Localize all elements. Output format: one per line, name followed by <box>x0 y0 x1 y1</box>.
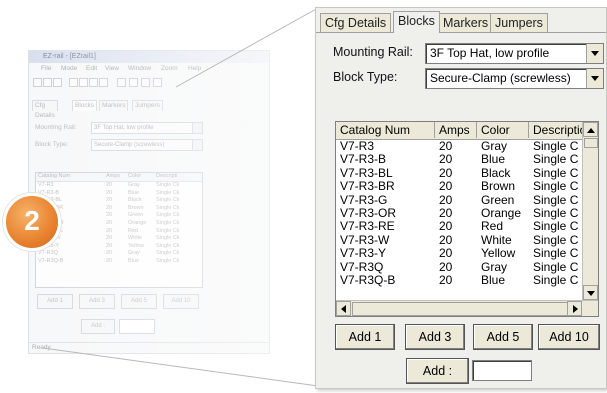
cell-catalog-num: V7-R3 <box>340 140 375 153</box>
cell-color: Green <box>481 193 515 207</box>
cell-amps: 20 <box>439 247 453 261</box>
cell-description: Single Ck <box>533 193 579 207</box>
cell-catalog-num: V7-R3-W <box>340 233 390 247</box>
cell-amps: 20 <box>439 260 453 274</box>
block-type-select[interactable]: Secure-Clamp (screwless) <box>425 68 604 89</box>
add-10-button[interactable]: Add 10 <box>538 324 600 350</box>
cell-catalog-num: V7-R3-G <box>340 193 388 207</box>
connector-line-bottom <box>42 347 319 387</box>
cell-color: White <box>481 233 512 247</box>
add-3-button[interactable]: Add 3 <box>405 324 465 350</box>
table-row[interactable]: V7-R3-G 20 Green Single Ck <box>336 194 583 207</box>
cell-description: Single Ck <box>533 166 579 180</box>
column-description[interactable]: Descriptio <box>529 122 583 138</box>
cell-description: Single Ck <box>533 247 579 261</box>
cell-color: Black <box>481 166 511 180</box>
add-5-button[interactable]: Add 5 <box>473 324 533 350</box>
table-row[interactable]: V7-R3Q 20 Gray Single Ck <box>336 261 583 274</box>
mounting-rail-select[interactable]: 3F Top Hat, low profile <box>425 43 604 64</box>
scroll-up-icon[interactable] <box>583 122 598 137</box>
cell-description: Single Ck <box>533 140 579 153</box>
scroll-right-icon[interactable] <box>567 301 582 316</box>
cell-description: Single Ck <box>533 273 579 287</box>
table-row[interactable]: V7-R3Q-B 20 Blue Single Ck <box>336 274 583 287</box>
zoomed-blocks-panel: Cfg Details Blocks Markers Jumpers Mount… <box>315 7 607 389</box>
block-type-label: Block Type: <box>333 70 398 84</box>
tab-cfg-details[interactable]: Cfg Details <box>320 13 392 32</box>
cell-catalog-num: V7-R3-OR <box>340 206 397 220</box>
mounting-rail-value: 3F Top Hat, low profile <box>430 46 550 60</box>
scroll-down-icon[interactable] <box>583 285 598 300</box>
step-number-badge: 2 <box>3 193 61 251</box>
table-row[interactable]: V7-R3-RE 20 Red Single Ck <box>336 220 583 233</box>
scroll-left-icon[interactable] <box>336 301 351 316</box>
cell-amps: 20 <box>439 140 453 153</box>
cell-catalog-num: V7-R3-BR <box>340 180 395 194</box>
cell-color: Yellow <box>481 247 516 261</box>
cell-color: Gray <box>481 260 508 274</box>
cell-amps: 20 <box>439 273 453 287</box>
cell-description: Single Ck <box>533 233 579 247</box>
cell-amps: 20 <box>439 220 453 234</box>
tab-body-border <box>316 32 606 33</box>
table-row[interactable]: V7-R3-BR 20 Brown Single Ck <box>336 180 583 193</box>
vertical-scrollbar[interactable] <box>582 122 598 300</box>
chevron-down-icon[interactable] <box>586 69 603 88</box>
tab-markers[interactable]: Markers <box>438 13 494 32</box>
table-row[interactable]: V7-R3-OR 20 Orange Single Ck <box>336 207 583 220</box>
cell-catalog-num: V7-R3-BL <box>340 166 393 180</box>
cell-amps: 20 <box>439 193 453 207</box>
list-rows: V7-R3 20 Gray Single Ck V7-R3-B 20 Blue Single … <box>336 140 583 287</box>
cell-description: Single Ck <box>533 260 579 274</box>
chevron-down-icon[interactable] <box>586 44 603 63</box>
cell-catalog-num: V7-R3Q <box>340 260 384 274</box>
add-1-button[interactable]: Add 1 <box>335 324 395 350</box>
cell-description: Single Ck <box>533 180 579 194</box>
table-row[interactable]: V7-R3-BL 20 Black Single Ck <box>336 167 583 180</box>
column-catalog-num[interactable]: Catalog Num <box>336 122 435 138</box>
add-quantity-input[interactable] <box>472 360 532 381</box>
tab-jumpers[interactable]: Jumpers <box>490 13 548 32</box>
column-amps[interactable]: Amps <box>435 122 477 138</box>
add-button[interactable]: Add : <box>406 358 469 384</box>
cell-description: Single Ck <box>533 206 579 220</box>
tab-blocks[interactable]: Blocks <box>393 11 440 33</box>
cell-amps: 20 <box>439 153 453 167</box>
cell-color: Brown <box>481 180 516 194</box>
cell-color: Blue <box>481 273 506 287</box>
column-color[interactable]: Color <box>477 122 529 138</box>
cell-description: Single Ck <box>533 220 579 234</box>
cell-catalog-num: V7-R3-B <box>340 153 387 167</box>
list-header: Catalog Num Amps Color Descriptio <box>336 122 583 140</box>
cell-amps: 20 <box>439 180 453 194</box>
horizontal-scrollbar[interactable] <box>336 300 598 316</box>
cell-color: Gray <box>481 140 508 153</box>
cell-color: Orange <box>481 206 522 220</box>
table-row[interactable]: V7-R3 20 Gray Single Ck <box>336 140 583 153</box>
cell-amps: 20 <box>439 206 453 220</box>
table-row[interactable]: V7-R3-Y 20 Yellow Single Ck <box>336 247 583 260</box>
cell-description: Single Ck <box>533 153 579 167</box>
cell-amps: 20 <box>439 166 453 180</box>
vertical-scroll-thumb[interactable] <box>584 138 598 148</box>
catalog-list[interactable]: Catalog Num Amps Color Descriptio V7-R3 2… <box>335 121 599 317</box>
cell-color: Blue <box>481 153 506 167</box>
table-row[interactable]: V7-R3-W 20 White Single Ck <box>336 234 583 247</box>
connector-line-top <box>175 7 319 88</box>
cell-catalog-num: V7-R3-RE <box>340 220 395 234</box>
horizontal-scroll-thumb[interactable] <box>352 302 568 316</box>
cell-amps: 20 <box>439 233 453 247</box>
block-type-value: Secure-Clamp (screwless) <box>430 71 571 85</box>
cell-catalog-num: V7-R3Q-B <box>340 273 396 287</box>
mounting-rail-label: Mounting Rail: <box>333 45 413 59</box>
table-row[interactable]: V7-R3-B 20 Blue Single Ck <box>336 153 583 166</box>
cell-catalog-num: V7-R3-Y <box>340 247 387 261</box>
cell-color: Red <box>481 220 504 234</box>
